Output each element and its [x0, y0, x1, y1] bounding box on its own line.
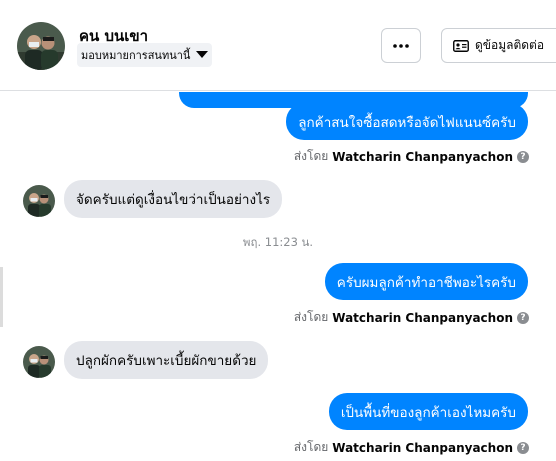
view-contact-info-button[interactable]: ดูข้อมูลติดต่อ: [441, 28, 556, 63]
message-text: ลูกค้าสนใจซื้อสดหรือจัดไฟแนนซ์ครับ: [298, 114, 516, 131]
contact-avatar[interactable]: [17, 22, 65, 70]
outgoing-message-bubble[interactable]: เป็นพื้นที่ของลูกค้าเองไหมครับ: [328, 393, 528, 430]
sent-by-prefix: ส่งโดย: [293, 310, 329, 324]
question-circle-icon[interactable]: ?: [517, 311, 529, 324]
outgoing-message-bubble[interactable]: ลูกค้าสนใจซื้อสดหรือจัดไฟแนนซ์ครับ: [286, 103, 528, 140]
sent-by-line: ส่งโดย Watcharin Chanpanyachon ?: [294, 438, 529, 457]
contact-card-icon: [453, 39, 469, 52]
message-text: เป็นพื้นที่ของลูกค้าเองไหมครับ: [340, 404, 516, 421]
more-horizontal-icon: [393, 43, 409, 48]
caret-down-icon: [196, 51, 209, 58]
sender-name: Watcharin Chanpanyachon: [332, 440, 513, 455]
incoming-message-bubble[interactable]: ปลูกผักครับเพาะเบี้ยผักขายด้วย: [64, 341, 269, 379]
message-text: จัดครับแต่ดูเงื่อนไขว่าเป็นอย่างไร: [76, 192, 271, 208]
sent-by-prefix: ส่งโดย: [293, 149, 329, 163]
conversation-header: คน บนเขา มอบหมายการสนทนานี้ ดูข้อมูลติดต…: [0, 0, 556, 91]
message-thread: ลูกค้าสนใจซื้อสดหรือจัดไฟแนนซ์ครับ ส่งโด…: [0, 92, 556, 461]
assign-conversation-dropdown[interactable]: มอบหมายการสนทนานี้: [77, 43, 213, 67]
assign-label: มอบหมายการสนทนานี้: [81, 49, 191, 62]
outgoing-message-bubble[interactable]: ครับผมลูกค้าทำอาชีพอะไรครับ: [324, 263, 528, 300]
message-timestamp: พฤ. 11:23 น.: [242, 235, 314, 249]
incoming-message-bubble[interactable]: จัดครับแต่ดูเงื่อนไขว่าเป็นอย่างไร: [64, 180, 283, 218]
message-text: ปลูกผักครับเพาะเบี้ยผักขายด้วย: [76, 353, 257, 369]
message-text: ครับผมลูกค้าทำอาชีพอะไรครับ: [336, 274, 516, 291]
sent-by-line: ส่งโดย Watcharin Chanpanyachon ?: [294, 147, 529, 166]
contact-avatar-small[interactable]: [23, 346, 55, 378]
sender-name: Watcharin Chanpanyachon: [332, 310, 513, 325]
view-contact-info-label: ดูข้อมูลติดต่อ: [475, 38, 545, 52]
question-circle-icon[interactable]: ?: [517, 441, 529, 454]
contact-avatar-small[interactable]: [23, 185, 55, 217]
sent-by-line: ส่งโดย Watcharin Chanpanyachon ?: [294, 308, 529, 327]
sender-name: Watcharin Chanpanyachon: [332, 149, 513, 164]
sent-by-prefix: ส่งโดย: [293, 440, 329, 454]
more-options-button[interactable]: [381, 28, 421, 63]
question-circle-icon[interactable]: ?: [517, 150, 529, 163]
